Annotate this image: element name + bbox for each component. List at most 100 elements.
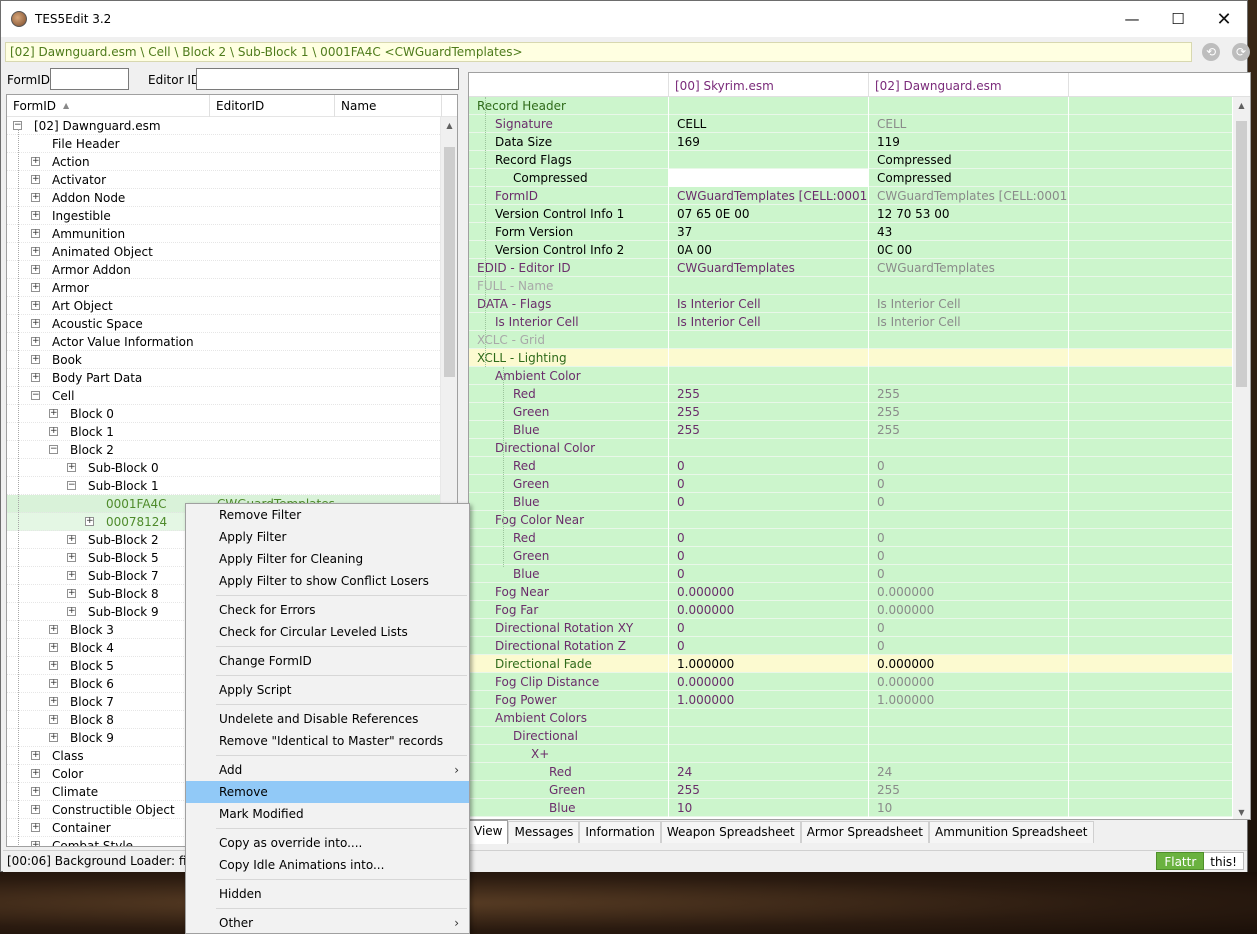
tree-scrollbar-thumb[interactable] [444, 147, 455, 377]
record-scrollbar-thumb[interactable] [1236, 121, 1247, 387]
skyrim-value-cell[interactable]: CWGuardTemplates [CELL:0001F... [669, 187, 869, 205]
collapse-icon[interactable]: − [49, 445, 58, 454]
record-row[interactable]: Fog Power 1.000000 1.000000 [469, 691, 1232, 709]
menu-item[interactable]: Apply Script [186, 679, 469, 701]
expand-icon[interactable]: + [67, 553, 76, 562]
expand-icon[interactable]: + [31, 751, 40, 760]
expand-icon[interactable]: + [31, 283, 40, 292]
dawnguard-value-cell[interactable]: 24 [869, 763, 1069, 781]
record-column-skyrim[interactable]: [00] Skyrim.esm [669, 73, 869, 97]
record-row[interactable]: Fog Color Near [469, 511, 1232, 529]
record-row[interactable]: Red 24 24 [469, 763, 1232, 781]
expand-icon[interactable]: + [31, 841, 40, 846]
record-row[interactable]: XCLC - Grid [469, 331, 1232, 349]
tree-node[interactable]: + Ingestible [7, 207, 442, 225]
dawnguard-value-cell[interactable]: 255 [869, 781, 1069, 799]
expand-icon[interactable]: + [31, 373, 40, 382]
expand-icon[interactable]: + [31, 301, 40, 310]
skyrim-value-cell[interactable] [669, 151, 869, 169]
dawnguard-value-cell[interactable]: 255 [869, 421, 1069, 439]
skyrim-value-cell[interactable]: 1.000000 [669, 655, 869, 673]
record-row[interactable]: Version Control Info 1 07 65 0E 00 12 70 5… [469, 205, 1232, 223]
skyrim-value-cell[interactable]: 0.000000 [669, 583, 869, 601]
record-row[interactable]: EDID - Editor ID CWGuardTemplates CWGuardT… [469, 259, 1232, 277]
record-row[interactable]: Directional [469, 727, 1232, 745]
scroll-up-icon[interactable]: ▲ [1233, 97, 1250, 114]
dawnguard-value-cell[interactable]: Is Interior Cell [869, 295, 1069, 313]
record-row[interactable]: Red 0 0 [469, 529, 1232, 547]
dawnguard-value-cell[interactable]: CWGuardTemplates [869, 259, 1069, 277]
menu-item[interactable]: Remove [186, 781, 469, 803]
dawnguard-value-cell[interactable] [869, 709, 1069, 727]
skyrim-value-cell[interactable] [669, 169, 869, 187]
dawnguard-value-cell[interactable] [869, 349, 1069, 367]
tab-information[interactable]: Information [579, 821, 661, 843]
record-row[interactable]: Blue 255 255 [469, 421, 1232, 439]
dawnguard-value-cell[interactable]: CELL [869, 115, 1069, 133]
skyrim-value-cell[interactable]: CELL [669, 115, 869, 133]
scroll-down-icon[interactable]: ▼ [1233, 804, 1250, 819]
record-row[interactable]: Compressed Compressed [469, 169, 1232, 187]
close-icon[interactable]: ✕ [1201, 1, 1247, 37]
expand-icon[interactable]: + [31, 337, 40, 346]
record-row[interactable]: Directional Rotation Z 00 [469, 637, 1232, 655]
expand-icon[interactable]: + [85, 517, 94, 526]
menu-item[interactable]: Other › [186, 912, 469, 933]
skyrim-value-cell[interactable]: Is Interior Cell [669, 313, 869, 331]
dawnguard-value-cell[interactable] [869, 97, 1069, 115]
skyrim-value-cell[interactable] [669, 709, 869, 727]
tab-ammunition-spreadsheet[interactable]: Ammunition Spreadsheet [928, 821, 1094, 843]
expand-icon[interactable]: + [49, 661, 58, 670]
tree-node[interactable]: + Action [7, 153, 442, 171]
collapse-icon[interactable]: − [31, 391, 40, 400]
menu-item[interactable]: Add › [186, 759, 469, 781]
menu-item[interactable]: Remove "Identical to Master" records [186, 730, 469, 752]
skyrim-value-cell[interactable]: 255 [669, 403, 869, 421]
tree-node[interactable]: + Sub-Block 0 [7, 459, 442, 477]
flattr-button[interactable]: Flattr this! [1156, 852, 1244, 870]
record-row[interactable]: FULL - Name [469, 277, 1232, 295]
tree-column-name[interactable]: Name [335, 95, 442, 117]
tree-node[interactable]: − [02] Dawnguard.esm [7, 117, 442, 135]
tree-column-formid[interactable]: FormID ▲ [7, 95, 210, 117]
expand-icon[interactable]: + [31, 823, 40, 832]
record-row[interactable]: Blue 0 0 [469, 565, 1232, 583]
expand-icon[interactable]: + [49, 733, 58, 742]
record-scrollbar[interactable]: ▲ ▼ [1233, 97, 1250, 819]
expand-icon[interactable]: + [31, 211, 40, 220]
menu-item[interactable]: Apply Filter to show Conflict Losers [186, 570, 469, 592]
menu-item[interactable]: Mark Modified [186, 803, 469, 825]
dawnguard-value-cell[interactable]: Is Interior Cell [869, 313, 1069, 331]
dawnguard-value-cell[interactable]: 0.000000 [869, 583, 1069, 601]
dawnguard-value-cell[interactable] [869, 277, 1069, 295]
tree-node[interactable]: − Cell [7, 387, 442, 405]
record-row[interactable]: Green 255 255 [469, 781, 1232, 799]
menu-item[interactable]: Apply Filter for Cleaning [186, 548, 469, 570]
expand-icon[interactable]: + [49, 715, 58, 724]
dawnguard-value-cell[interactable] [869, 511, 1069, 529]
record-row[interactable]: Blue 10 10 [469, 799, 1232, 817]
tab-armor-spreadsheet[interactable]: Armor Spreadsheet [800, 821, 929, 843]
dawnguard-value-cell[interactable]: 0.000000 [869, 601, 1069, 619]
record-row[interactable]: Red 255 255 [469, 385, 1232, 403]
dawnguard-value-cell[interactable]: Compressed [869, 151, 1069, 169]
record-row[interactable]: DATA - Flags Is Interior Cell Is Interior … [469, 295, 1232, 313]
skyrim-value-cell[interactable]: 0 [669, 475, 869, 493]
dawnguard-value-cell[interactable]: 0 [869, 547, 1069, 565]
expand-icon[interactable]: + [31, 769, 40, 778]
expand-icon[interactable]: + [31, 319, 40, 328]
dawnguard-value-cell[interactable]: 43 [869, 223, 1069, 241]
skyrim-value-cell[interactable]: 24 [669, 763, 869, 781]
formid-filter-input[interactable] [50, 68, 129, 90]
record-column-dawnguard[interactable]: [02] Dawnguard.esm [869, 73, 1069, 97]
record-row[interactable]: Green 255 255 [469, 403, 1232, 421]
dawnguard-value-cell[interactable] [869, 331, 1069, 349]
expand-icon[interactable]: + [49, 427, 58, 436]
record-row[interactable]: Directional Rotation XY 0 0 [469, 619, 1232, 637]
expand-icon[interactable]: + [49, 697, 58, 706]
dawnguard-value-cell[interactable]: CWGuardTemplates [CELL:0001F... [869, 187, 1069, 205]
record-row[interactable]: Record Header [469, 97, 1232, 115]
skyrim-value-cell[interactable] [669, 367, 869, 385]
dawnguard-value-cell[interactable]: 10 [869, 799, 1069, 817]
skyrim-value-cell[interactable] [669, 331, 869, 349]
